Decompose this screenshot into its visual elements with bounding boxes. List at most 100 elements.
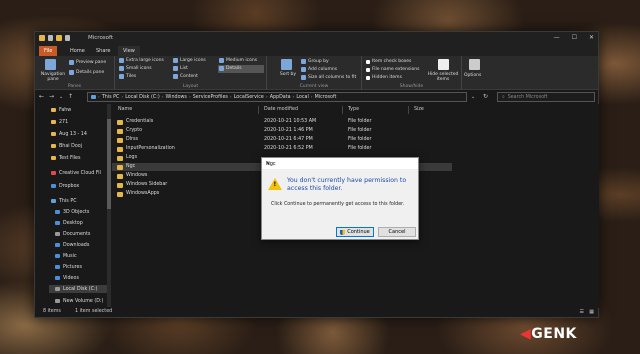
nav-item-bhai-dooj[interactable]: Bhai Dooj — [51, 142, 82, 150]
nav-item-creative-cloud[interactable]: Creative Cloud Fil — [51, 169, 101, 177]
nav-item-music[interactable]: Music — [55, 252, 77, 260]
small-icons-button[interactable]: Small icons — [119, 66, 152, 71]
hide-selected-icon[interactable] — [438, 59, 449, 70]
pin-icon[interactable] — [65, 35, 70, 41]
cancel-button[interactable]: Cancel — [378, 227, 416, 237]
extra-large-icons-button[interactable]: Extra large icons — [119, 58, 164, 63]
maximize-button[interactable]: ☐ — [572, 34, 577, 41]
nav-item-aug[interactable]: Aug 13 - 14 — [51, 130, 87, 138]
dialog-close-button[interactable]: ✕ — [266, 161, 414, 167]
breadcrumb-this-pc[interactable]: This PC — [102, 95, 120, 100]
downloads-icon — [55, 243, 60, 247]
medium-icons-button[interactable]: Medium icons — [219, 58, 257, 63]
breadcrumb-local[interactable]: Local — [296, 95, 308, 100]
breadcrumb-windows[interactable]: Windows — [166, 95, 187, 100]
warning-icon: ! — [268, 178, 282, 190]
sort-by-button[interactable]: Sort by — [277, 72, 299, 77]
column-header-name[interactable]: Name — [118, 107, 132, 112]
breadcrumb-localservice[interactable]: LocalService — [234, 95, 264, 100]
table-row[interactable]: Crypto 2020-10-21 1:46 PM File folder — [112, 127, 452, 135]
nav-scrollbar[interactable] — [107, 104, 111, 308]
tab-view[interactable]: View — [118, 46, 140, 56]
recent-dropdown-icon[interactable]: ⌄ — [59, 94, 63, 100]
show-hide-label: Show/hide — [399, 84, 424, 89]
breadcrumb-serviceprofiles[interactable]: ServiceProfiles — [193, 95, 228, 100]
drive-icon — [55, 287, 60, 291]
content-button[interactable]: Content — [173, 74, 198, 79]
properties-icon[interactable] — [48, 35, 53, 41]
column-header-type[interactable]: Type — [348, 107, 359, 112]
tab-file[interactable]: File — [39, 46, 58, 56]
nav-item-new-volume-d[interactable]: New Volume (D:) — [55, 297, 103, 305]
search-placeholder: Search Microsoft — [507, 94, 548, 100]
preview-pane-button[interactable]: Preview pane — [69, 60, 106, 65]
minimize-button[interactable]: — — [554, 34, 560, 41]
search-box[interactable]: ⌕ Search Microsoft — [497, 92, 595, 102]
folder-icon — [117, 119, 123, 125]
nav-item-this-pc[interactable]: This PC — [51, 197, 77, 205]
address-dropdown-icon[interactable]: ⌄ — [471, 94, 475, 100]
navigation-pane-button[interactable]: Navigation pane — [38, 72, 68, 82]
forward-button[interactable]: → — [49, 93, 54, 100]
back-button[interactable]: ← — [39, 93, 44, 100]
details-view-icon[interactable]: ☰ — [580, 309, 584, 315]
nav-item-desktop[interactable]: Desktop — [55, 219, 83, 227]
table-row[interactable]: Dlrss 2020-10-21 6:47 PM File folder — [112, 136, 452, 144]
nav-item-documents[interactable]: Documents — [55, 230, 90, 238]
new-folder-icon[interactable] — [56, 35, 62, 41]
table-row[interactable]: Credentials 2020-10-21 10:53 AM File folde… — [112, 118, 452, 126]
nav-item-fahw[interactable]: Fahw — [51, 106, 71, 114]
layout-group: Extra large icons Large icons Medium ico… — [115, 56, 267, 90]
file-name-extensions-checkbox[interactable]: File name extensions — [366, 67, 419, 72]
refresh-button[interactable]: ↻ — [483, 93, 488, 100]
folder-icon — [51, 156, 56, 160]
hide-selected-items-button[interactable]: Hide selected items — [426, 72, 460, 82]
address-bar[interactable]: › This PC › Local Disk (C:) › Windows › Ser… — [87, 92, 467, 102]
tab-share[interactable]: Share — [91, 46, 115, 56]
column-header-size[interactable]: Size — [414, 107, 424, 112]
hidden-items-checkbox[interactable]: Hidden items — [366, 75, 402, 80]
up-button[interactable]: ↑ — [68, 93, 73, 100]
size-columns-button[interactable]: Size all columns to fit — [301, 75, 356, 80]
tiles-icon — [119, 74, 124, 79]
breadcrumb-microsoft[interactable]: Microsoft — [315, 95, 337, 100]
nav-item-271[interactable]: 271 — [51, 118, 68, 126]
folder-icon[interactable] — [39, 35, 45, 41]
tab-home[interactable]: Home — [65, 46, 90, 56]
permission-dialog: Ngc ✕ ! You don't currently have permiss… — [261, 157, 419, 240]
ribbon-tabs: File Home Share View — [35, 45, 598, 56]
checkbox-icon — [366, 59, 370, 64]
folder-icon — [51, 108, 56, 112]
breadcrumb-appdata[interactable]: AppData — [270, 95, 291, 100]
breadcrumb-local-disk[interactable]: Local Disk (C:) — [125, 95, 160, 100]
nav-item-videos[interactable]: Videos — [55, 274, 79, 282]
column-header-date[interactable]: Date modified — [264, 107, 298, 112]
list-button[interactable]: List — [173, 66, 188, 71]
nav-scrollbar-thumb[interactable] — [107, 119, 111, 209]
add-columns-button[interactable]: Add columns — [301, 67, 337, 72]
continue-button[interactable]: Continue — [336, 227, 374, 237]
nav-item-local-disk-c[interactable]: Local Disk (C:) — [49, 285, 107, 293]
tiles-button[interactable]: Tiles — [119, 74, 136, 79]
details-button[interactable]: Details — [219, 66, 242, 71]
large-icons-view-icon[interactable]: ▦ — [589, 309, 594, 315]
current-view-group: Sort by Group by Add columns Size all co… — [267, 56, 362, 90]
group-by-button[interactable]: Group by — [301, 59, 329, 64]
nav-item-pictures[interactable]: Pictures — [55, 263, 82, 271]
options-icon[interactable] — [469, 59, 480, 70]
nav-item-dropbox[interactable]: Dropbox — [51, 182, 79, 190]
navigation-pane-icon[interactable] — [45, 59, 56, 70]
nav-item-downloads[interactable]: Downloads — [55, 241, 89, 249]
item-check-boxes-checkbox[interactable]: Item check boxes — [366, 59, 411, 64]
large-icons-button[interactable]: Large icons — [173, 58, 206, 63]
details-pane-button[interactable]: Details pane — [69, 70, 104, 75]
nav-item-test-files[interactable]: Test Files — [51, 154, 81, 162]
close-button[interactable]: ✕ — [589, 34, 594, 41]
options-button[interactable]: Options — [464, 73, 481, 78]
nav-item-3d-objects[interactable]: 3D Objects — [55, 208, 89, 216]
table-row[interactable]: InputPersonalization 2020-10-21 6:52 PM Fi… — [112, 145, 452, 153]
folder-icon — [51, 144, 56, 148]
folder-icon — [117, 137, 123, 143]
sort-by-icon[interactable] — [281, 59, 292, 70]
status-bar: 8 items 1 item selected ☰ ▦ — [35, 307, 598, 317]
